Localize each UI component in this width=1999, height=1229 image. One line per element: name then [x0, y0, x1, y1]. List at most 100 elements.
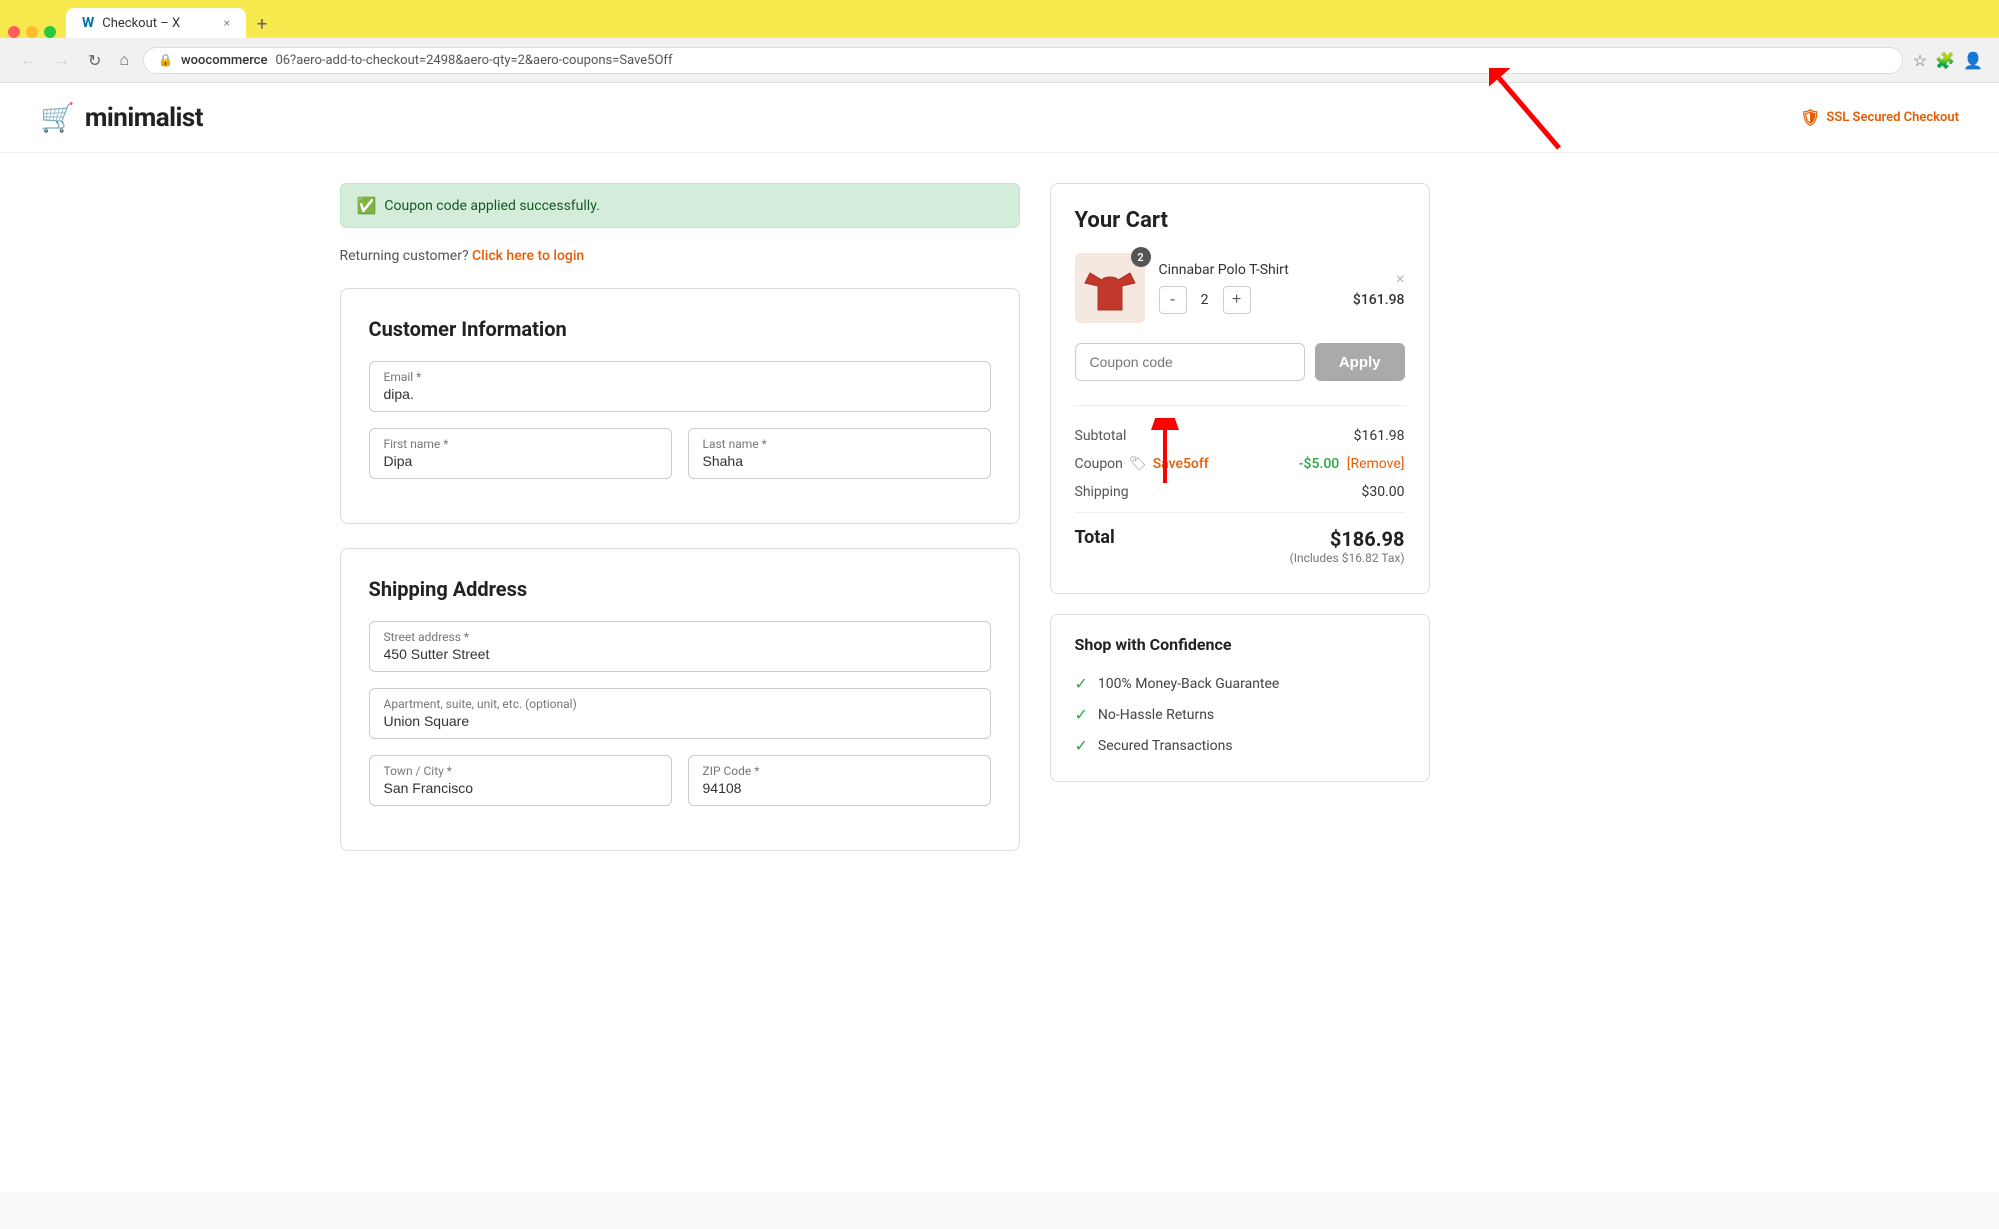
- city-zip-row: Town / City * ZIP Code *: [369, 755, 991, 806]
- tab-bar: W Checkout – X × +: [0, 0, 1999, 38]
- city-input[interactable]: [384, 780, 657, 796]
- coupon-row: Apply: [1075, 343, 1405, 381]
- profile-icon[interactable]: 👤: [1963, 51, 1983, 70]
- customer-information-section: Customer Information Email * First name …: [340, 288, 1020, 524]
- new-tab-button[interactable]: +: [248, 10, 276, 38]
- apply-coupon-button[interactable]: Apply: [1315, 343, 1405, 381]
- confidence-title: Shop with Confidence: [1075, 635, 1405, 654]
- first-name-wrapper: First name *: [369, 428, 672, 479]
- tab-close-button[interactable]: ×: [224, 16, 230, 30]
- ssl-shield-icon: 🛡: [1800, 108, 1820, 127]
- bookmark-icon[interactable]: ☆: [1913, 51, 1927, 70]
- cart-item-remove-button[interactable]: ×: [1396, 269, 1405, 288]
- checkmark-icon-3: ✓: [1075, 736, 1088, 755]
- last-name-input[interactable]: [703, 453, 976, 469]
- last-name-label: Last name *: [703, 437, 976, 451]
- last-name-group: Last name *: [688, 428, 991, 479]
- logo-text-thin: mini: [85, 103, 134, 133]
- shipping-row: Shipping $30.00: [1075, 478, 1405, 506]
- active-tab[interactable]: W Checkout – X ×: [66, 8, 246, 38]
- zip-group: ZIP Code *: [688, 755, 991, 806]
- success-banner: ✅ Coupon code applied successfully.: [340, 183, 1020, 228]
- cart-logo-icon: 🛒: [40, 101, 75, 134]
- cart-totals: Subtotal $161.98 Coupon 🏷 Save5off -$5.0…: [1075, 405, 1405, 569]
- returning-customer-row: Returning customer? Click here to login: [340, 248, 1020, 264]
- refresh-button[interactable]: ↻: [84, 47, 105, 74]
- subtotal-row: Subtotal $161.98: [1075, 422, 1405, 450]
- email-field-wrapper: Email *: [369, 361, 991, 412]
- coupon-remove-link[interactable]: [Remove]: [1347, 456, 1405, 472]
- email-group: Email *: [369, 361, 991, 412]
- coupon-label-text: Coupon: [1075, 456, 1123, 472]
- coupon-discount-row-right: -$5.00 [Remove]: [1299, 456, 1405, 472]
- shipping-address-section: Shipping Address Street address * Apartm…: [340, 548, 1020, 851]
- back-button[interactable]: ←: [16, 46, 40, 74]
- street-input[interactable]: [384, 646, 976, 662]
- cart-item-image-wrap: 2: [1075, 253, 1145, 323]
- quantity-increase-button[interactable]: +: [1223, 286, 1251, 314]
- wordpress-icon: W: [82, 15, 94, 31]
- apt-wrapper: Apartment, suite, unit, etc. (optional): [369, 688, 991, 739]
- traffic-light-yellow[interactable]: [26, 26, 38, 38]
- success-message: Coupon code applied successfully.: [384, 198, 599, 214]
- cart-card: Your Cart 2 Cinnabar Polo T-Shirt: [1050, 183, 1430, 594]
- apt-label: Apartment, suite, unit, etc. (optional): [384, 697, 976, 711]
- coupon-code-applied: Save5off: [1153, 456, 1209, 472]
- site-header: 🛒 minimalist 🛡 SSL Secured Checkout: [0, 83, 1999, 153]
- total-final-row: Total $186.98 (Includes $16.82 Tax): [1075, 512, 1405, 569]
- email-label: Email *: [384, 370, 976, 384]
- traffic-light-green[interactable]: [44, 26, 56, 38]
- address-bar-row: ← → ↻ ⌂ 🔒 woocommerce 06?aero-add-to-che…: [0, 38, 1999, 82]
- quantity-decrease-button[interactable]: -: [1159, 286, 1187, 314]
- city-group: Town / City *: [369, 755, 672, 806]
- confidence-item-label-2: No-Hassle Returns: [1098, 707, 1214, 723]
- traffic-lights: [8, 26, 64, 38]
- tab-title: Checkout – X: [102, 16, 180, 31]
- logo-text: minimalist: [85, 103, 203, 133]
- first-name-input[interactable]: [384, 453, 657, 469]
- confidence-card: Shop with Confidence ✓ 100% Money-Back G…: [1050, 614, 1430, 782]
- street-label: Street address *: [384, 630, 976, 644]
- left-column: ✅ Coupon code applied successfully. Retu…: [340, 183, 1020, 875]
- total-final-label: Total: [1075, 527, 1115, 548]
- subtotal-label: Subtotal: [1075, 428, 1127, 444]
- first-name-label: First name *: [384, 437, 657, 451]
- confidence-item-1: ✓ 100% Money-Back Guarantee: [1075, 668, 1405, 699]
- home-button[interactable]: ⌂: [115, 46, 133, 74]
- browser-chrome: W Checkout – X × + ← → ↻ ⌂ 🔒 woocommerce…: [0, 0, 1999, 83]
- login-link[interactable]: Click here to login: [472, 248, 584, 264]
- returning-customer-text: Returning customer?: [340, 248, 469, 264]
- zip-input[interactable]: [703, 780, 976, 796]
- email-input[interactable]: [384, 386, 976, 402]
- forward-button[interactable]: →: [50, 46, 74, 74]
- customer-info-title: Customer Information: [369, 317, 991, 341]
- confidence-item-2: ✓ No-Hassle Returns: [1075, 699, 1405, 730]
- zip-wrapper: ZIP Code *: [688, 755, 991, 806]
- total-final-value-group: $186.98 (Includes $16.82 Tax): [1290, 527, 1405, 565]
- address-url: 06?aero-add-to-checkout=2498&aero-qty=2&…: [275, 53, 1887, 68]
- logo-text-bold: malist: [134, 103, 203, 133]
- total-final-amount: $186.98: [1290, 527, 1405, 551]
- apt-input[interactable]: [384, 713, 976, 729]
- page-wrapper: 🛒 minimalist 🛡 SSL Secured Checkout ✅ Co…: [0, 83, 1999, 1192]
- address-domain: woocommerce: [181, 53, 267, 68]
- cart-item-name: Cinnabar Polo T-Shirt: [1159, 262, 1339, 278]
- extensions-icon[interactable]: 🧩: [1935, 51, 1955, 70]
- subtotal-value: $161.98: [1354, 428, 1405, 444]
- city-label: Town / City *: [384, 764, 657, 778]
- cart-item-right: × $161.98: [1353, 269, 1405, 308]
- quantity-value: 2: [1195, 292, 1215, 308]
- cart-item: 2 Cinnabar Polo T-Shirt - 2 + × $161.98: [1075, 253, 1405, 323]
- traffic-light-red[interactable]: [8, 26, 20, 38]
- coupon-discount-value: -$5.00: [1299, 456, 1339, 472]
- lock-icon: 🔒: [158, 53, 173, 67]
- right-column: Your Cart 2 Cinnabar Polo T-Shirt: [1050, 183, 1430, 875]
- address-bar[interactable]: 🔒 woocommerce 06?aero-add-to-checkout=24…: [143, 47, 1903, 74]
- coupon-row-total: Coupon 🏷 Save5off -$5.00 [Remove]: [1075, 450, 1405, 478]
- cart-item-price: $161.98: [1353, 292, 1405, 308]
- total-tax-note: (Includes $16.82 Tax): [1290, 551, 1405, 565]
- coupon-code-input[interactable]: [1075, 343, 1305, 381]
- ssl-text: SSL Secured Checkout: [1826, 110, 1959, 125]
- name-row: First name * Last name *: [369, 428, 991, 479]
- apt-group: Apartment, suite, unit, etc. (optional): [369, 688, 991, 739]
